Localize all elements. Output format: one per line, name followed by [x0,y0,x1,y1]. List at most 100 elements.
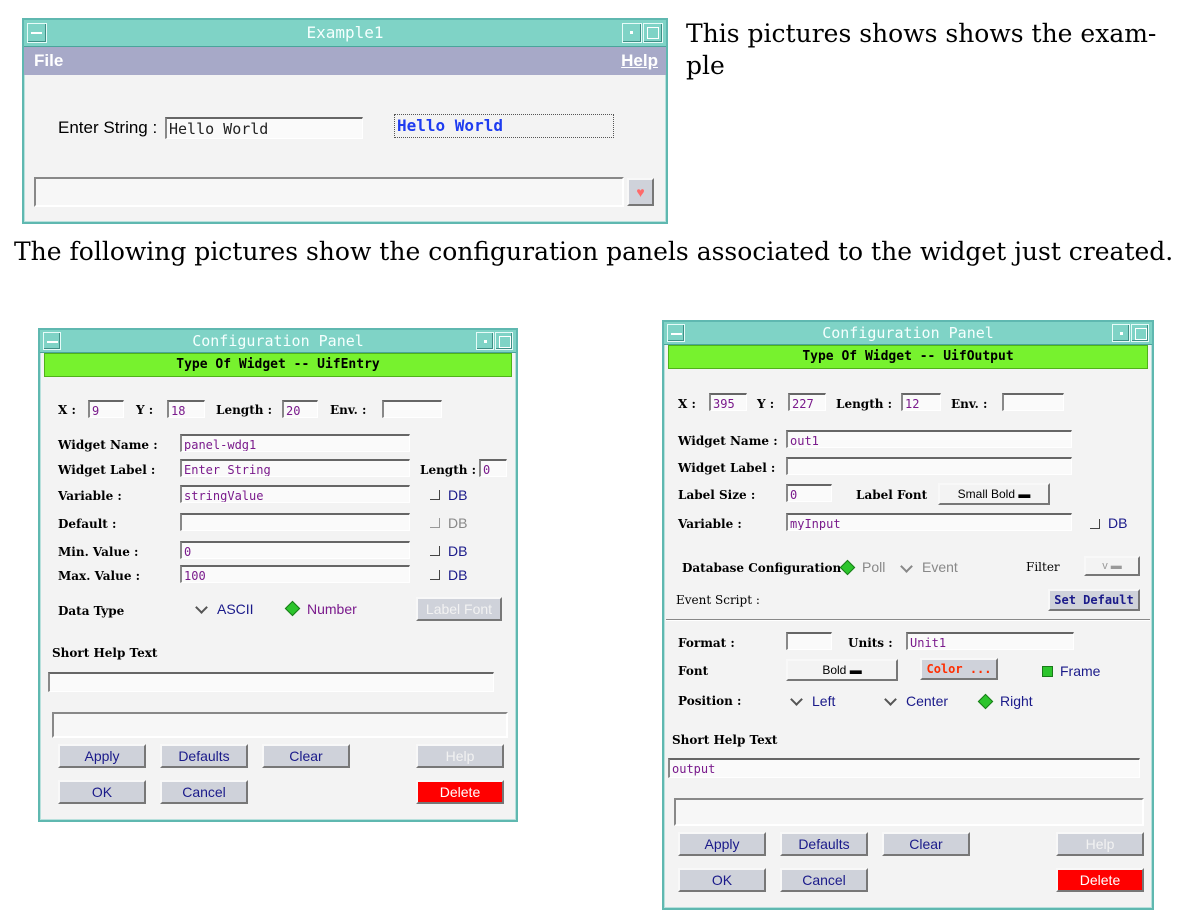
ok-button[interactable]: OK [58,780,146,804]
default-db-label: DB [448,515,468,531]
menu-help[interactable]: Help [621,51,658,71]
menu-file[interactable]: File [34,51,63,71]
font-select[interactable]: Bold ▬ [786,659,898,681]
caption: The following pictures show the configur… [14,237,1174,266]
delete-button[interactable]: Delete [416,780,504,804]
widget-name-input[interactable]: panel-wdg1 [180,434,410,452]
output-panel-title-bar[interactable]: Configuration Panel [664,322,1152,345]
heart-icon[interactable]: ♥ [627,178,654,206]
maximize-icon[interactable] [643,23,663,43]
max-value-label: Max. Value : [58,569,141,583]
env-input[interactable] [382,400,442,418]
entry-input[interactable]: Hello World [165,117,363,139]
widget-name-input[interactable]: out1 [786,430,1072,448]
center-radio[interactable] [884,693,897,706]
x-input[interactable]: 395 [709,393,747,411]
filter-select[interactable]: v ▬ [1084,556,1140,576]
default-label: Default : [58,517,117,531]
dropdown-icon: ▬ [1110,560,1122,572]
max-value-input[interactable]: 100 [180,565,410,583]
frame-checkbox[interactable] [1042,666,1053,677]
entry-config-panel: Configuration Panel Type Of Widget -- Ui… [38,328,518,822]
env-input[interactable] [1002,393,1064,411]
window-title: Example1 [306,23,384,42]
label-font-value: Small Bold [957,487,1015,501]
apply-button[interactable]: Apply [678,832,766,856]
filter-value: v [1102,560,1108,572]
poll-label: Poll [862,559,886,575]
minimize-icon[interactable] [1112,324,1130,342]
widget-label-label: Widget Label : [678,461,776,475]
message-bar [52,712,508,738]
window-menu-icon[interactable] [667,324,685,342]
minimize-icon[interactable] [476,332,494,350]
units-input[interactable]: Unit1 [906,632,1074,650]
label-font-select[interactable]: Small Bold ▬ [938,483,1050,505]
number-radio[interactable] [284,600,301,617]
y-label: Y : [757,397,775,411]
label-size-input[interactable]: 0 [786,484,832,502]
min-value-input[interactable]: 0 [180,541,410,559]
variable-db-checkbox[interactable] [430,490,440,500]
variable-input[interactable]: stringValue [180,485,410,503]
clear-button[interactable]: Clear [882,832,970,856]
widget-label-input[interactable] [786,457,1072,475]
ok-button[interactable]: OK [678,868,766,892]
event-label: Event [922,559,958,575]
help-button[interactable]: Help [1056,832,1144,856]
variable-input[interactable]: myInput [786,513,1072,531]
min-db-checkbox[interactable] [430,546,440,556]
menubar: File Help [24,47,666,75]
length-input[interactable]: 20 [282,400,318,418]
default-db-checkbox[interactable] [430,518,440,528]
event-radio[interactable] [900,560,913,573]
clear-button[interactable]: Clear [262,744,350,768]
poll-radio[interactable] [839,559,856,576]
env-label: Env. : [951,397,988,411]
defaults-button[interactable]: Defaults [780,832,868,856]
minimize-icon[interactable] [622,23,642,43]
units-label: Units : [848,636,893,650]
set-default-button[interactable]: Set Default [1048,589,1140,611]
cancel-button[interactable]: Cancel [160,780,248,804]
short-help-input[interactable] [48,672,494,692]
format-input[interactable] [786,632,832,650]
window-menu-icon[interactable] [43,332,61,350]
font-value: Bold [822,663,847,677]
length-input[interactable]: 12 [901,393,941,411]
right-radio[interactable] [977,693,994,710]
apply-button[interactable]: Apply [58,744,146,768]
entry-panel-title-bar[interactable]: Configuration Panel [40,330,516,353]
help-button[interactable]: Help [416,744,504,768]
maximize-icon[interactable] [1131,324,1149,342]
default-input[interactable] [180,513,410,531]
max-db-checkbox[interactable] [430,570,440,580]
widget-type-banner: Type Of Widget -- UifEntry [44,353,512,377]
maximize-icon[interactable] [495,332,513,350]
label-font-button[interactable]: Label Font [416,597,502,621]
x-input[interactable]: 9 [88,400,124,418]
widget-label-input[interactable]: Enter String [180,459,410,477]
color-button[interactable]: Color ... [920,658,998,680]
cancel-button[interactable]: Cancel [780,868,868,892]
intro-line-2: ple [686,51,725,80]
short-help-label: Short Help Text [52,646,158,660]
y-input[interactable]: 227 [788,393,826,411]
window-menu-icon[interactable] [27,23,47,43]
y-label: Y : [136,403,154,417]
ascii-radio[interactable] [195,601,208,614]
short-help-input[interactable]: output [668,758,1140,778]
format-label: Format : [678,636,735,650]
y-input[interactable]: 18 [167,400,205,418]
center-label: Center [906,693,949,709]
variable-db-checkbox[interactable] [1090,519,1100,529]
title-bar[interactable]: Example1 [24,20,666,47]
left-radio[interactable] [790,693,803,706]
example-window: Example1 File Help Enter String : Hello … [22,18,668,224]
defaults-button[interactable]: Defaults [160,744,248,768]
min-value-label: Min. Value : [58,545,139,559]
delete-button[interactable]: Delete [1056,868,1144,892]
intro-text: This pictures shows shows the exam- ple [686,18,1156,82]
entry-panel-title: Configuration Panel [192,332,364,350]
label-length-input[interactable]: 0 [479,459,507,477]
